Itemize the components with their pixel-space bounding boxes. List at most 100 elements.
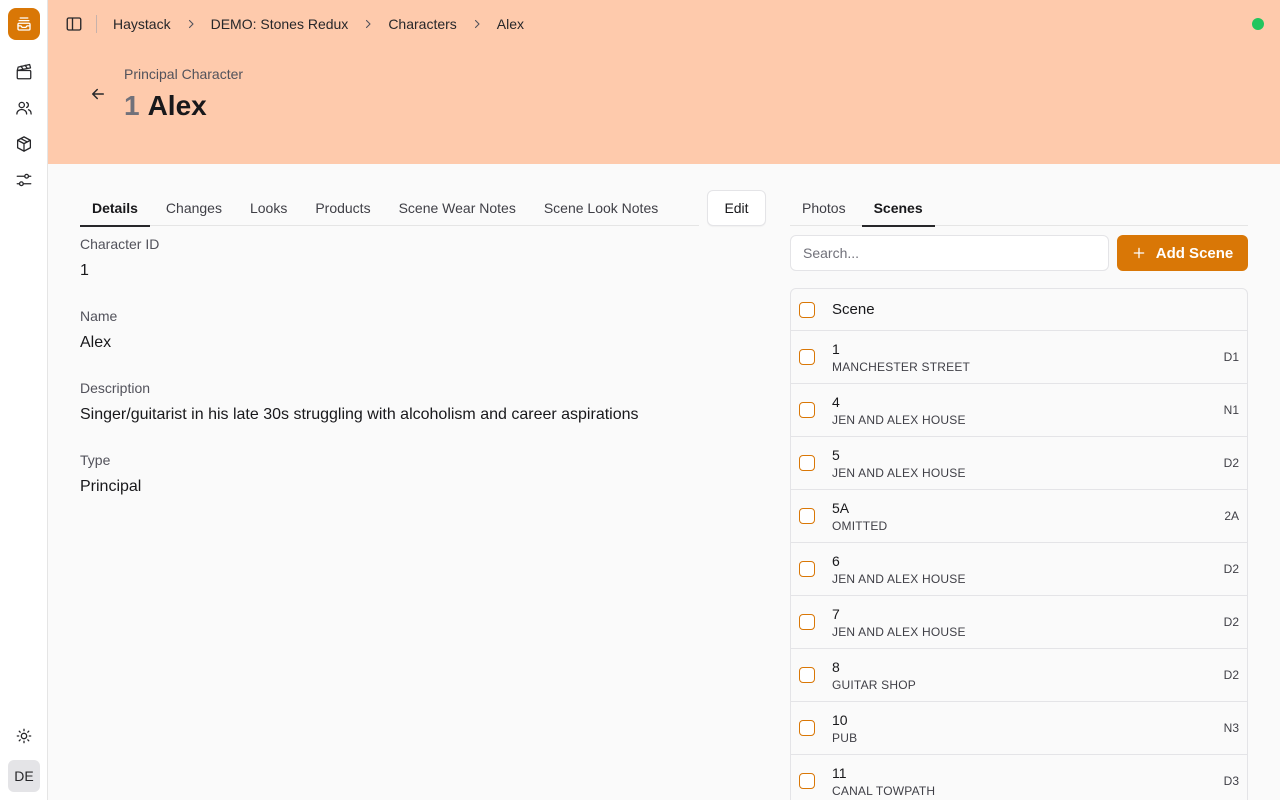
scene-location: OMITTED xyxy=(832,518,888,533)
app-logo[interactable] xyxy=(8,8,40,40)
scene-info: 5 JEN AND ALEX HOUSE xyxy=(832,447,966,480)
column-header-scene: Scene xyxy=(832,301,875,318)
add-scene-label: Add Scene xyxy=(1155,244,1234,262)
table-row[interactable]: 10 PUB N3 xyxy=(791,702,1247,755)
field-character-id: Character ID 1 xyxy=(80,236,159,280)
sidebar: DE xyxy=(0,0,48,800)
tab-scenes[interactable]: Scenes xyxy=(861,190,935,227)
scene-number: 7 xyxy=(832,605,840,622)
scene-info: 11 CANAL TOWPATH xyxy=(832,765,935,798)
media-tabs: Photos Scenes xyxy=(790,190,1248,227)
scene-day-code: D2 xyxy=(1223,615,1239,629)
scene-location: PUB xyxy=(832,730,858,745)
scene-day-code: N1 xyxy=(1223,403,1239,417)
breadcrumb-project[interactable]: DEMO: Stones Redux xyxy=(211,16,349,32)
character-number: 1 xyxy=(124,90,140,121)
field-name: Name Alex xyxy=(80,308,117,352)
scene-number: 10 xyxy=(832,711,848,728)
table-row[interactable]: 5 JEN AND ALEX HOUSE D2 xyxy=(791,437,1247,490)
scene-location: JEN AND ALEX HOUSE xyxy=(832,571,966,586)
scene-day-code: D1 xyxy=(1223,350,1239,364)
users-icon xyxy=(16,101,32,115)
search-input[interactable] xyxy=(790,235,1109,271)
scene-number: 8 xyxy=(832,658,840,675)
table-row[interactable]: 5A OMITTED 2A xyxy=(791,490,1247,543)
scene-number: 6 xyxy=(832,552,840,569)
scenes-table: Scene 1 MANCHESTER STREET D1 4 JEN AND ALEX … xyxy=(790,288,1248,800)
breadcrumb-current: Alex xyxy=(496,16,525,32)
breadcrumb-haystack[interactable]: Haystack xyxy=(113,16,171,32)
sidebar-item-characters[interactable] xyxy=(14,98,34,118)
breadcrumb: Haystack DEMO: Stones Redux Characters A… xyxy=(113,15,524,33)
edit-button[interactable]: Edit xyxy=(707,190,766,226)
chevron-right-icon xyxy=(471,18,483,30)
field-label: Name xyxy=(80,308,118,324)
field-label: Character ID xyxy=(80,236,160,252)
sun-icon xyxy=(16,728,32,744)
tab-products[interactable]: Products xyxy=(303,190,382,226)
scene-info: 8 GUITAR SHOP xyxy=(832,659,916,692)
panel-left-icon xyxy=(66,17,82,31)
scene-info: 6 JEN AND ALEX HOUSE xyxy=(832,553,966,586)
add-scene-button[interactable]: Add Scene xyxy=(1117,235,1248,271)
avatar[interactable]: DE xyxy=(8,760,40,792)
scene-location: JEN AND ALEX HOUSE xyxy=(832,624,966,639)
table-row[interactable]: 6 JEN AND ALEX HOUSE D2 xyxy=(791,543,1247,596)
tab-details[interactable]: Details xyxy=(80,190,150,227)
row-checkbox[interactable] xyxy=(799,614,815,630)
clapperboard-icon xyxy=(16,63,32,80)
sidebar-item-products[interactable] xyxy=(14,134,34,154)
table-row[interactable]: 11 CANAL TOWPATH D3 xyxy=(791,755,1247,800)
field-value: Alex xyxy=(80,334,112,351)
field-value: Singer/guitarist in his late 30s struggl… xyxy=(80,406,639,423)
row-checkbox[interactable] xyxy=(799,455,815,471)
scene-day-code: 2A xyxy=(1224,509,1239,523)
back-button[interactable] xyxy=(89,85,107,103)
scene-number: 4 xyxy=(832,393,840,410)
scene-number: 11 xyxy=(832,764,847,781)
page-subtitle: Principal Character xyxy=(124,66,244,82)
scene-day-code: D2 xyxy=(1223,668,1239,682)
field-value: Principal xyxy=(80,478,142,495)
table-row[interactable]: 8 GUITAR SHOP D2 xyxy=(791,649,1247,702)
package-icon xyxy=(16,136,32,152)
scene-day-code: D2 xyxy=(1223,456,1239,470)
field-label: Type xyxy=(80,452,111,468)
row-checkbox[interactable] xyxy=(799,773,815,789)
select-all-checkbox[interactable] xyxy=(799,301,815,318)
sliders-icon xyxy=(16,173,32,187)
sidebar-item-scenes[interactable] xyxy=(14,62,34,82)
tab-photos[interactable]: Photos xyxy=(790,190,858,226)
scene-number: 1 xyxy=(832,340,840,357)
row-checkbox[interactable] xyxy=(799,508,815,524)
sidebar-toggle-button[interactable] xyxy=(65,15,83,33)
table-row[interactable]: 1 MANCHESTER STREET D1 xyxy=(791,331,1247,384)
scene-location: CANAL TOWPATH xyxy=(832,783,936,798)
tab-looks[interactable]: Looks xyxy=(238,190,299,226)
table-row[interactable]: 7 JEN AND ALEX HOUSE D2 xyxy=(791,596,1247,649)
arrow-left-icon xyxy=(92,88,104,100)
scene-location: GUITAR SHOP xyxy=(832,677,916,692)
chevron-right-icon xyxy=(362,18,374,30)
row-checkbox[interactable] xyxy=(799,402,815,418)
scene-number: 5 xyxy=(832,446,840,463)
scene-info: 1 MANCHESTER STREET xyxy=(832,341,970,374)
character-name: Alex xyxy=(147,90,207,121)
scene-info: 7 JEN AND ALEX HOUSE xyxy=(832,606,966,639)
page-title: 1 Alex xyxy=(124,90,207,122)
table-row[interactable]: 4 JEN AND ALEX HOUSE N1 xyxy=(791,384,1247,437)
row-checkbox[interactable] xyxy=(799,561,815,577)
breadcrumb-characters[interactable]: Characters xyxy=(388,16,456,32)
row-checkbox[interactable] xyxy=(799,667,815,683)
row-checkbox[interactable] xyxy=(799,720,815,736)
field-label: Description xyxy=(80,380,151,396)
theme-toggle[interactable] xyxy=(14,726,34,746)
row-checkbox[interactable] xyxy=(799,349,815,365)
plus-icon xyxy=(1133,247,1145,259)
tab-scene-wear-notes[interactable]: Scene Wear Notes xyxy=(387,190,528,226)
sidebar-item-settings[interactable] xyxy=(14,170,34,190)
status-indicator xyxy=(1252,18,1264,30)
scene-day-code: D3 xyxy=(1223,774,1239,788)
tab-changes[interactable]: Changes xyxy=(154,190,234,226)
tab-scene-look-notes[interactable]: Scene Look Notes xyxy=(532,190,670,226)
